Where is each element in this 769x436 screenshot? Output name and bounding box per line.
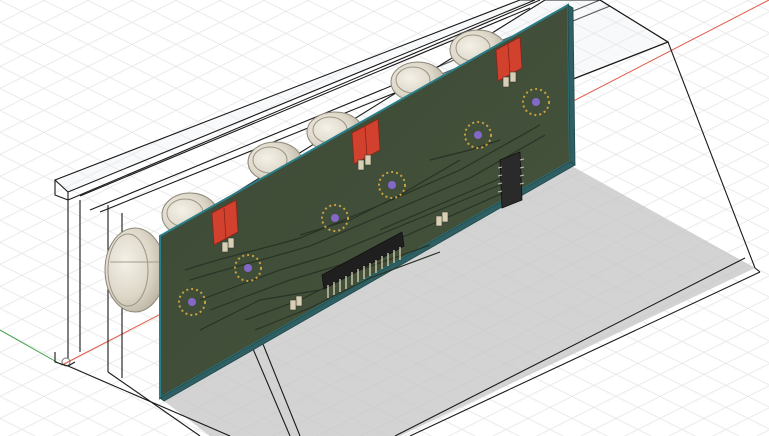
- model-canvas[interactable]: [0, 0, 769, 436]
- ic-chip[interactable]: [497, 151, 525, 209]
- nixie-tube-1[interactable]: [104, 227, 166, 313]
- 3d-viewport[interactable]: [0, 0, 769, 436]
